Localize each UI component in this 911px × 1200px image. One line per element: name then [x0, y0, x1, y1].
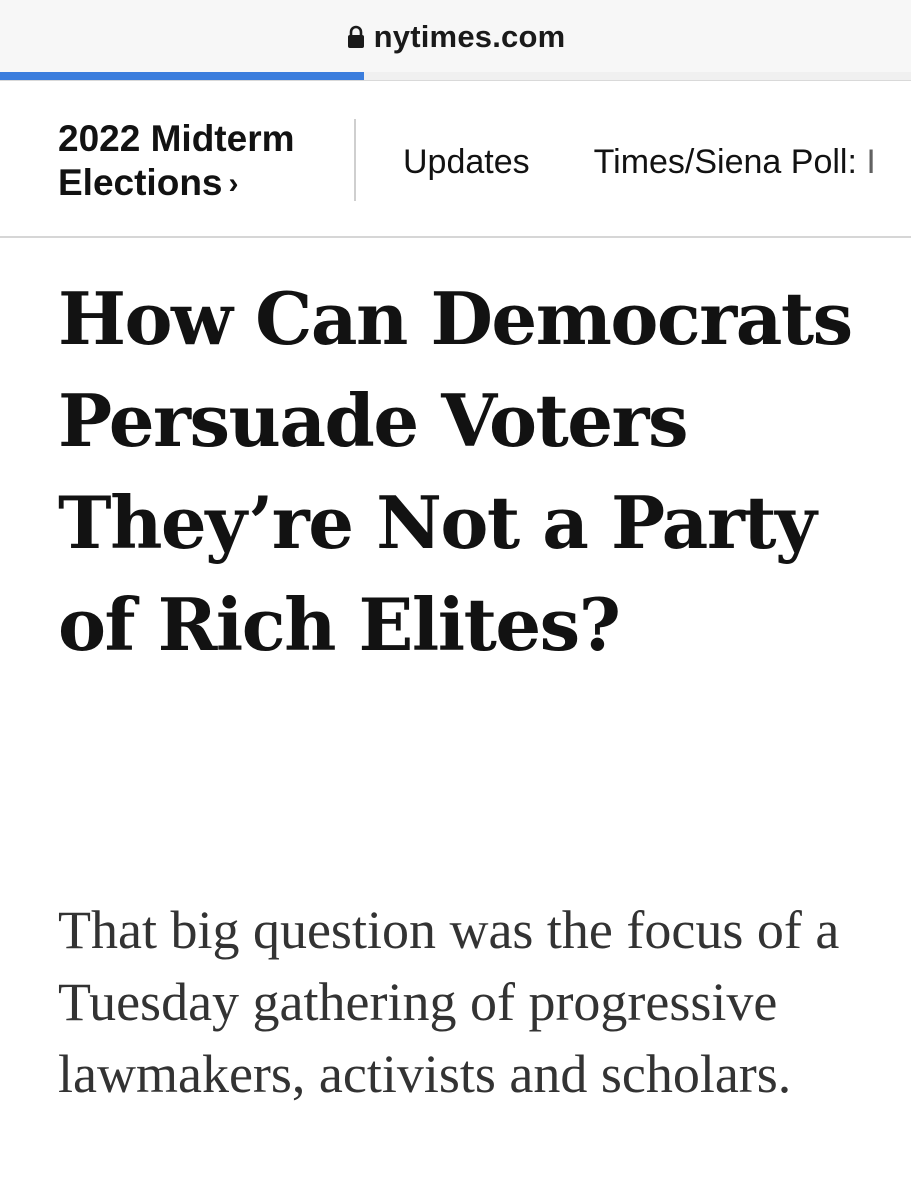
- nav-link-updates[interactable]: Updates: [403, 143, 530, 182]
- lock-icon: [347, 25, 364, 48]
- chevron-right-icon: ›: [228, 167, 239, 200]
- section-nav-links: Updates Times/Siena Poll: I: [403, 143, 876, 182]
- address-field[interactable]: nytimes.com: [0, 14, 911, 60]
- divider: [0, 236, 911, 238]
- nav-divider: [354, 119, 356, 201]
- page-load-progress: [0, 72, 911, 80]
- nav-link-times-siena-poll[interactable]: Times/Siena Poll: I: [594, 143, 876, 182]
- article-headline: How Can Democrats Persuade Voters They’r…: [58, 276, 853, 667]
- article-summary: That big question was the focus of a Tue…: [58, 900, 840, 1104]
- page-load-progress-fill: [0, 72, 365, 80]
- url-text: nytimes.com: [373, 19, 566, 54]
- browser-url-bar[interactable]: nytimes.com: [0, 0, 911, 80]
- section-title-link[interactable]: 2022 Midterm Elections ›: [58, 117, 358, 208]
- section-title-text: 2022 Midterm Elections: [58, 118, 295, 203]
- section-nav: 2022 Midterm Elections › Updates Times/Si…: [0, 81, 911, 237]
- nav-scroll-fade: [851, 121, 911, 201]
